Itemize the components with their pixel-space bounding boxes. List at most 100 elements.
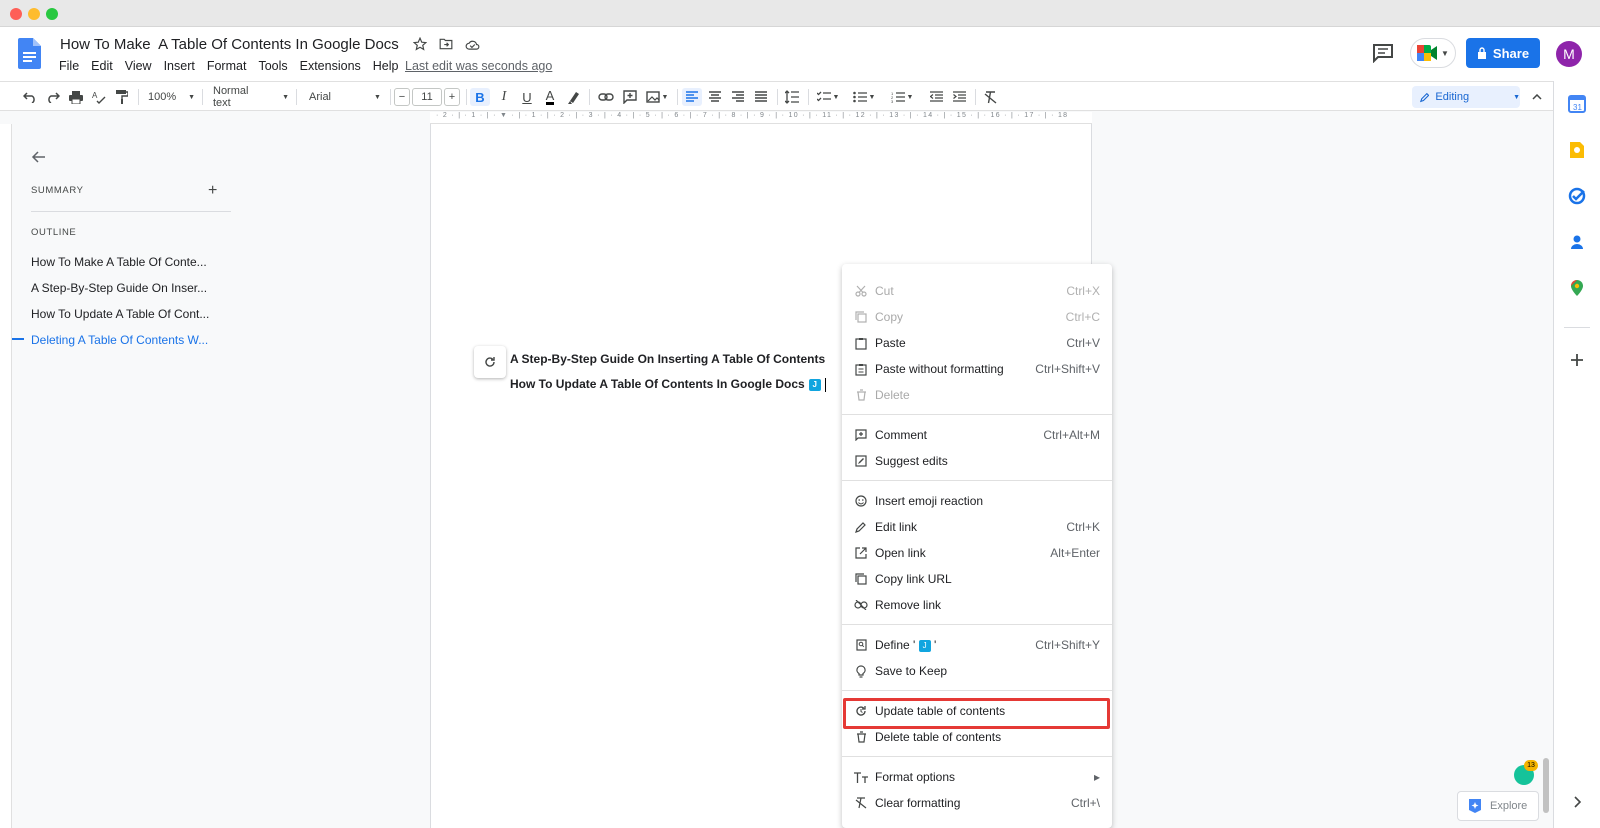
google-maps-icon[interactable] <box>1568 279 1586 297</box>
horizontal-ruler[interactable]: · 2 · | · 1 · | · ▼ · | · 1 · | · 2 · | … <box>430 112 1092 124</box>
document-title[interactable]: How To Make A Table Of Contents In Googl… <box>60 36 399 53</box>
menu-item-shortcut: Ctrl+\ <box>1070 796 1100 810</box>
menu-item-delete-table-of-contents[interactable]: Delete table of contents <box>842 724 1112 750</box>
menu-separator <box>842 414 1112 415</box>
star-icon[interactable] <box>412 36 428 52</box>
menu-item-comment[interactable]: Comment Ctrl+Alt+M <box>842 422 1112 448</box>
menu-extensions[interactable]: Extensions <box>300 59 361 73</box>
menu-item-paste[interactable]: Paste Ctrl+V <box>842 330 1112 356</box>
menu-item-copy-link-url[interactable]: Copy link URL <box>842 566 1112 592</box>
menu-item-label: Paste without formatting <box>875 362 1004 376</box>
menu-item-shortcut: Ctrl+C <box>1065 310 1100 324</box>
menu-insert[interactable]: Insert <box>164 59 195 73</box>
last-edit-link[interactable]: Last edit was seconds ago <box>405 59 552 73</box>
outline-item-2[interactable]: A Step-By-Step Guide On Inser... <box>31 281 231 295</box>
outline-heading: OUTLINE <box>31 227 77 238</box>
menu-item-insert-emoji-reaction[interactable]: Insert emoji reaction <box>842 488 1112 514</box>
close-window-button[interactable] <box>10 8 22 20</box>
chevron-right-icon[interactable] <box>1568 793 1586 811</box>
hide-menus-chevron-up-icon[interactable] <box>1528 88 1546 106</box>
align-right-icon[interactable] <box>728 88 748 106</box>
redo-icon[interactable] <box>43 88 63 106</box>
editing-mode-select[interactable]: Editing ▼ <box>1412 86 1520 108</box>
google-contacts-icon[interactable] <box>1568 233 1586 251</box>
share-label: Share <box>1492 45 1530 61</box>
decrease-font-size-button[interactable]: − <box>394 88 410 106</box>
font-size-input[interactable]: 11 <box>412 88 442 106</box>
menu-item-clear-formatting[interactable]: Clear formatting Ctrl+\ <box>842 790 1112 816</box>
underline-icon[interactable]: U <box>517 88 537 106</box>
print-icon[interactable] <box>66 88 86 106</box>
menu-format[interactable]: Format <box>207 59 247 73</box>
highlight-color-icon[interactable] <box>563 88 583 106</box>
menu-file[interactable]: File <box>59 59 79 73</box>
cloud-saved-icon[interactable] <box>464 36 480 52</box>
share-button[interactable]: Share <box>1466 38 1540 68</box>
menu-item-paste-without-formatting[interactable]: Paste without formatting Ctrl+Shift+V <box>842 356 1112 382</box>
menu-item-edit-link[interactable]: Edit link Ctrl+K <box>842 514 1112 540</box>
vertical-ruler[interactable] <box>0 124 12 828</box>
toc-entry-2[interactable]: How To Update A Table Of Contents In Goo… <box>510 377 826 392</box>
paint-format-icon[interactable] <box>112 88 132 106</box>
pencil-icon <box>854 520 868 534</box>
numbered-list-icon[interactable]: 1 2 3 ▼ <box>888 88 916 106</box>
vertical-scrollbar[interactable] <box>1543 758 1549 813</box>
maximize-window-button[interactable] <box>46 8 58 20</box>
font-select[interactable]: Arial ▼ <box>309 88 385 106</box>
menu-view[interactable]: View <box>125 59 152 73</box>
google-calendar-icon[interactable]: 31 <box>1568 95 1586 113</box>
add-comment-icon[interactable] <box>620 88 640 106</box>
google-keep-icon[interactable] <box>1568 141 1586 159</box>
move-folder-icon[interactable] <box>438 36 454 52</box>
bold-icon[interactable]: B <box>470 88 490 106</box>
italic-icon[interactable]: I <box>494 88 514 106</box>
toc-entry-1[interactable]: A Step-By-Step Guide On Inserting A Tabl… <box>510 352 825 366</box>
justify-icon[interactable] <box>751 88 771 106</box>
spellcheck-icon[interactable]: A <box>89 88 109 106</box>
menu-item-suggest-edits[interactable]: Suggest edits <box>842 448 1112 474</box>
paragraph-style-select[interactable]: Normal text ▼ <box>213 85 289 109</box>
menu-item-remove-link[interactable]: Remove link <box>842 592 1112 618</box>
update-toc-button[interactable] <box>474 346 506 378</box>
side-panel: 31 <box>1553 81 1600 828</box>
suggest-edit-icon <box>854 454 868 468</box>
decrease-indent-icon[interactable] <box>926 88 946 106</box>
outline-item-4[interactable]: Deleting A Table Of Contents W... <box>31 333 231 347</box>
outline-item-3[interactable]: How To Update A Table Of Cont... <box>31 307 231 321</box>
menu-separator <box>842 690 1112 691</box>
increase-indent-icon[interactable] <box>949 88 969 106</box>
google-docs-logo-icon[interactable] <box>18 38 41 69</box>
menu-item-save-to-keep[interactable]: Save to Keep <box>842 658 1112 684</box>
menu-tools[interactable]: Tools <box>258 59 287 73</box>
menu-item-define[interactable]: Define ' J ' Ctrl+Shift+Y <box>842 632 1112 658</box>
outline-item-1[interactable]: How To Make A Table Of Conte... <box>31 255 231 269</box>
insert-image-icon[interactable]: ▼ <box>643 88 671 106</box>
text-color-icon[interactable]: A <box>540 88 560 106</box>
explore-button[interactable]: Explore <box>1457 791 1539 821</box>
menu-item-update-table-of-contents[interactable]: Update table of contents <box>842 698 1112 724</box>
google-tasks-icon[interactable] <box>1568 187 1586 205</box>
line-spacing-icon[interactable] <box>782 88 802 106</box>
comment-history-icon[interactable] <box>1372 43 1394 63</box>
plus-icon[interactable] <box>1568 351 1586 369</box>
align-left-icon[interactable] <box>682 88 702 106</box>
clear-formatting-icon[interactable] <box>980 88 1000 106</box>
minimize-window-button[interactable] <box>28 8 40 20</box>
menu-help[interactable]: Help <box>373 59 399 73</box>
undo-icon[interactable] <box>20 88 40 106</box>
menu-edit[interactable]: Edit <box>91 59 113 73</box>
insert-link-icon[interactable] <box>596 88 616 106</box>
back-arrow-icon[interactable] <box>30 148 48 166</box>
checklist-icon[interactable]: ▼ <box>814 88 842 106</box>
menu-item-label: Update table of contents <box>875 704 1006 718</box>
menu-item-open-link[interactable]: Open link Alt+Enter <box>842 540 1112 566</box>
link-off-icon <box>854 598 868 612</box>
zoom-select[interactable]: 100% ▼ <box>148 88 195 106</box>
bulleted-list-icon[interactable]: ▼ <box>850 88 878 106</box>
align-center-icon[interactable] <box>705 88 725 106</box>
add-summary-plus-icon[interactable]: + <box>208 182 217 200</box>
avatar[interactable]: M <box>1556 41 1582 67</box>
menu-item-format-options[interactable]: Format options ▸ <box>842 764 1112 790</box>
meet-button[interactable]: ▼ <box>1410 38 1456 68</box>
increase-font-size-button[interactable]: + <box>444 88 460 106</box>
